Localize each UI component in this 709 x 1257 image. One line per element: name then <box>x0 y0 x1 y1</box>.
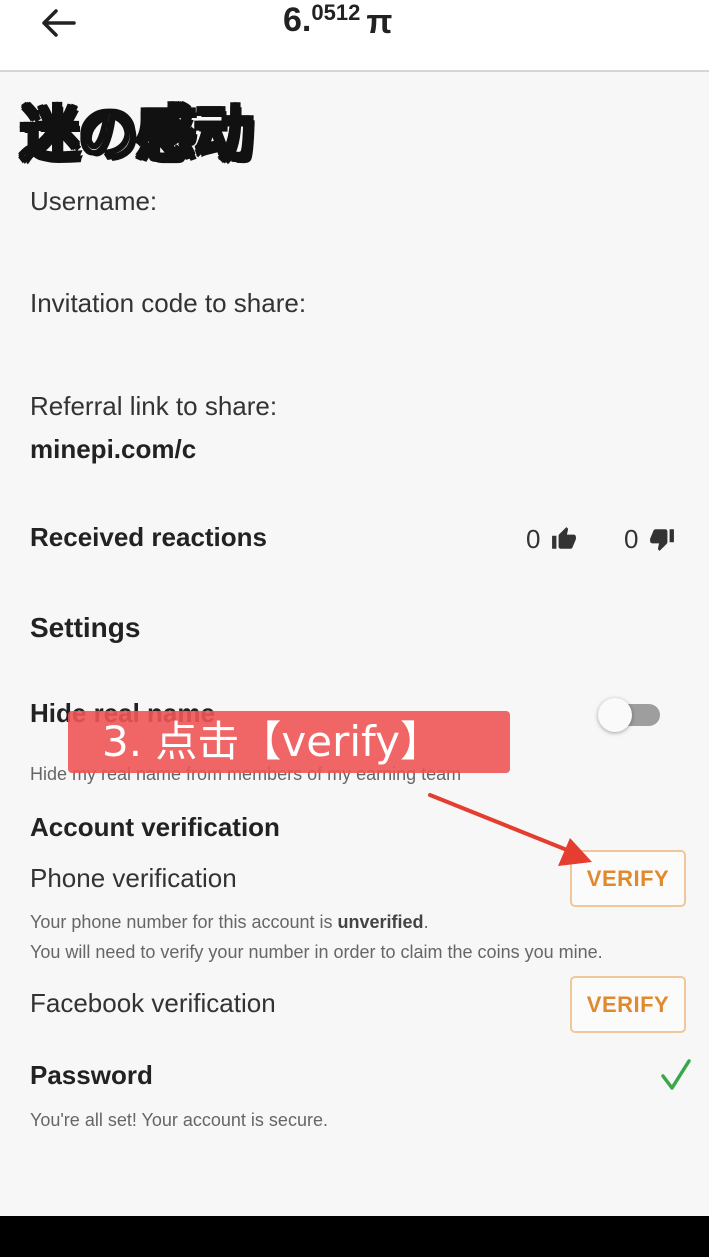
account-verification-heading: Account verification <box>30 812 280 842</box>
top-bar: 6. 0512 π <box>0 0 709 72</box>
phone-note-prefix: Your phone number for this account is <box>30 912 338 932</box>
hide-real-name-toggle[interactable] <box>598 698 662 732</box>
password-status-note: You're all set! Your account is secure. <box>30 1110 328 1130</box>
phone-verify-button[interactable]: VERIFY <box>570 850 686 907</box>
toggle-knob <box>598 698 632 732</box>
overlay-caption: 迷の感动 <box>19 99 256 172</box>
pi-symbol: π <box>366 3 393 41</box>
referral-link-label: Referral link to share: <box>30 391 278 421</box>
phone-verification-note: Your phone number for this account is un… <box>30 912 429 933</box>
facebook-verification-label: Facebook verification <box>30 988 276 1018</box>
pi-balance: 6. 0512 π <box>283 0 392 41</box>
balance-integer: 6. <box>283 1 312 39</box>
phone-note-suffix: . <box>423 912 429 932</box>
thumbs-up-reactions: 0 <box>526 520 578 558</box>
password-label: Password <box>30 1060 153 1090</box>
thumbs-down-icon <box>650 529 675 551</box>
thumbs-down-reactions: 0 <box>624 520 676 558</box>
phone-verification-label: Phone verification <box>30 863 237 893</box>
thumbs-down-count: 0 <box>624 523 639 554</box>
invitation-code-label: Invitation code to share: <box>30 288 307 318</box>
settings-heading: Settings <box>30 612 141 643</box>
facebook-verify-button[interactable]: VERIFY <box>570 976 686 1033</box>
thumbs-up-icon <box>552 527 577 549</box>
balance-decimal: 0512 <box>311 0 361 25</box>
checkmark-icon <box>661 1059 691 1090</box>
phone-verification-note-line2: You will need to verify your number in o… <box>30 942 603 962</box>
thumbs-up-count: 0 <box>526 523 541 554</box>
instruction-banner: 3. 点击【verify】 <box>68 711 510 773</box>
referral-link-value[interactable]: minepi.com/c <box>30 434 196 465</box>
username-label: Username: <box>30 186 158 216</box>
back-arrow-icon[interactable] <box>38 6 78 40</box>
bottom-bar <box>0 1216 709 1257</box>
received-reactions-label: Received reactions <box>30 522 268 552</box>
phone-status: unverified <box>337 912 424 932</box>
